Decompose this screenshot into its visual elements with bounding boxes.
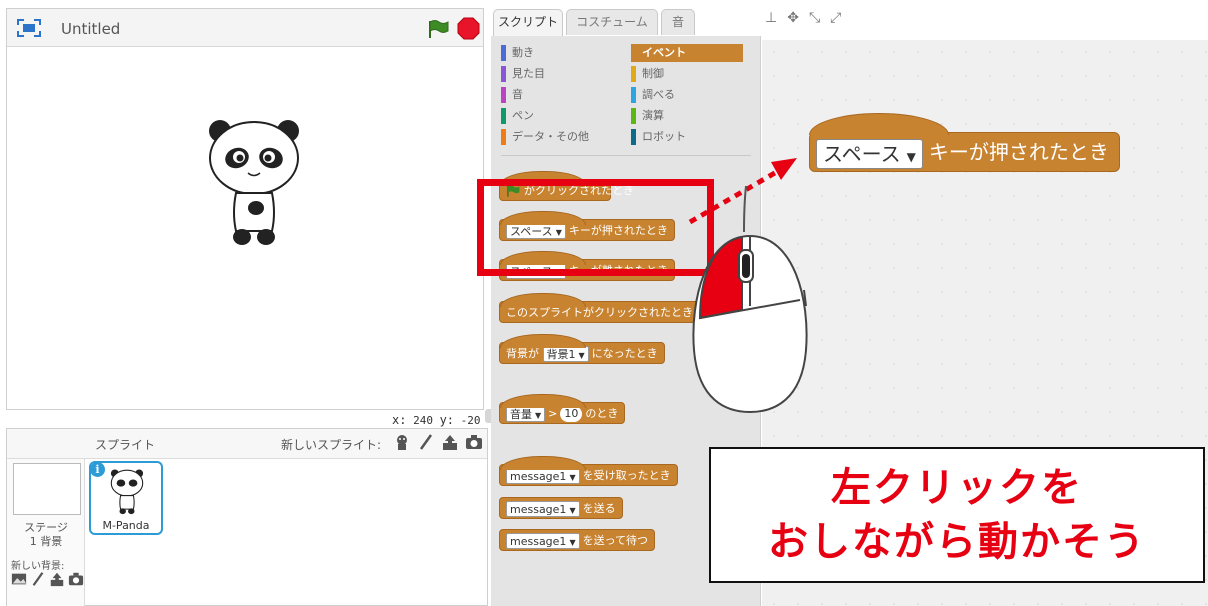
upload-backdrop-icon[interactable]: [49, 571, 65, 587]
backdrop-dropdown[interactable]: 背景1 ▼: [542, 346, 589, 362]
green-flag-icon[interactable]: [427, 18, 449, 40]
grow-icon[interactable]: ⤡: [809, 10, 820, 26]
palette-divider: [501, 155, 751, 156]
message-dropdown[interactable]: message1 ▼: [506, 468, 580, 484]
highlight-box: [477, 179, 714, 276]
block-hat: [500, 293, 586, 307]
sprite-name: M-Panda: [102, 519, 150, 532]
y-label: y:: [439, 413, 455, 427]
paint-backdrop-icon[interactable]: [30, 571, 46, 587]
instruction-caption: 左クリックを おしながら動かそう: [709, 447, 1205, 583]
shrink-icon[interactable]: ⤢: [830, 10, 841, 26]
new-backdrop-tools: [11, 571, 84, 587]
block-broadcast[interactable]: message1 ▼ を送る: [499, 497, 623, 519]
stage-canvas[interactable]: [7, 48, 483, 409]
sensor-dropdown[interactable]: 音量 ▼: [506, 406, 546, 422]
sprite-tile[interactable]: i M-Panda: [89, 461, 163, 535]
x-label: x:: [392, 413, 407, 427]
info-icon[interactable]: i: [90, 462, 105, 477]
stage-panel: Untitled: [6, 8, 484, 410]
panda-thumbnail: [110, 469, 144, 515]
sprite-library: スプライト 新しいスプライト: ステージ 1 背景 新しい背景: i M-Pan…: [6, 428, 488, 606]
block-hat: [500, 334, 586, 348]
backdrop-count: 1 背景: [29, 535, 63, 548]
x-value: 240: [413, 414, 433, 427]
key-dropdown[interactable]: スペース ▼: [816, 138, 923, 169]
tab-scripts[interactable]: スクリプト: [493, 9, 563, 37]
category-control[interactable]: 制御: [631, 65, 743, 83]
dragged-key-pressed-block[interactable]: スペース ▼ キーが押されたとき: [809, 113, 1120, 172]
category-operators[interactable]: 演算: [631, 107, 743, 125]
block-when-backdrop-switches[interactable]: 背景が 背景1 ▼ になったとき: [499, 334, 665, 364]
mouse-coordinates: x: 240 y: -20: [392, 413, 481, 427]
sprite-library-icon[interactable]: [393, 433, 411, 451]
backdrop-library-icon[interactable]: [11, 571, 27, 587]
fullscreen-icon[interactable]: [17, 19, 41, 37]
category-robot[interactable]: ロボット: [631, 128, 743, 146]
category-events[interactable]: イベント: [631, 44, 743, 62]
message-dropdown[interactable]: message1 ▼: [506, 501, 580, 517]
stage-thumbnail[interactable]: [13, 463, 81, 515]
tab-sounds[interactable]: 音: [661, 9, 695, 35]
new-backdrop-label: 新しい背景:: [11, 561, 65, 572]
caption-line-2: おしながら動かそう: [768, 519, 1146, 565]
block-broadcast-and-wait[interactable]: message1 ▼ を送って待つ: [499, 529, 656, 551]
message-dropdown[interactable]: message1 ▼: [506, 533, 580, 549]
caption-line-1: 左クリックを: [831, 465, 1083, 511]
sprite-library-title: スプライト: [95, 438, 156, 452]
category-sensing[interactable]: 調べる: [631, 86, 743, 104]
threshold-input[interactable]: 10: [560, 406, 583, 422]
duplicate-icon[interactable]: ⊥: [765, 10, 777, 26]
stage-thumbnail-column[interactable]: ステージ 1 背景 新しい背景:: [7, 459, 85, 606]
paint-brush-icon[interactable]: [417, 433, 435, 451]
tab-costumes[interactable]: コスチューム: [566, 9, 658, 35]
y-value: -20: [460, 414, 481, 427]
block-hat: [500, 394, 586, 408]
block-when-receive[interactable]: message1 ▼ を受け取ったとき: [499, 456, 678, 486]
block-when-sprite-clicked[interactable]: このスプライトがクリックされたとき: [499, 293, 700, 323]
stop-icon[interactable]: [457, 17, 480, 40]
category-sound[interactable]: 音: [501, 86, 613, 104]
sprite-library-header: スプライト 新しいスプライト:: [7, 429, 487, 459]
category-data[interactable]: データ・その他: [501, 128, 613, 146]
panda-sprite[interactable]: [204, 113, 304, 253]
upload-icon[interactable]: [441, 433, 459, 451]
new-sprite-tools: [393, 433, 483, 451]
stage-header: Untitled: [7, 9, 483, 47]
cursor-tools: ⊥ ✥ ⤡ ⤢: [765, 10, 841, 26]
category-motion[interactable]: 動き: [501, 44, 613, 62]
block-when-loudness[interactable]: 音量 ▼ >10 のとき: [499, 394, 626, 424]
project-title[interactable]: Untitled: [61, 20, 120, 38]
camera-icon[interactable]: [465, 433, 483, 451]
delete-icon[interactable]: ✥: [787, 10, 799, 26]
camera-backdrop-icon[interactable]: [68, 571, 84, 587]
category-looks[interactable]: 見た目: [501, 65, 613, 83]
new-sprite-label: 新しいスプライト:: [281, 438, 382, 452]
block-hat: [500, 456, 586, 470]
category-pen[interactable]: ペン: [501, 107, 613, 125]
